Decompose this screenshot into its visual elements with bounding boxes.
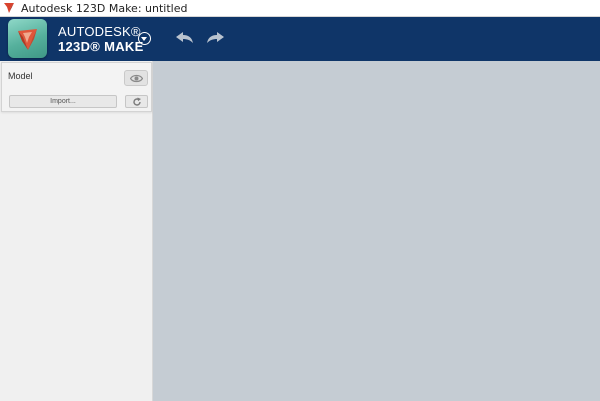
undo-arrow-icon[interactable] xyxy=(174,29,196,45)
window-title: Autodesk 123D Make: untitled xyxy=(21,1,188,15)
model-label: Model xyxy=(8,71,33,81)
app-header: AUTODESK® 123D® MAKE xyxy=(0,17,600,61)
model-panel: Model Import... xyxy=(1,62,152,112)
brand-wordmark: AUTODESK® 123D® MAKE xyxy=(58,25,144,53)
left-sidebar: Model Import... xyxy=(0,61,153,401)
refresh-button[interactable] xyxy=(125,95,148,108)
redo-arrow-icon[interactable] xyxy=(204,29,226,45)
workspace-canvas[interactable] xyxy=(153,61,600,401)
window-titlebar: Autodesk 123D Make: untitled xyxy=(0,0,600,17)
brand-autodesk: AUTODESK® xyxy=(58,24,141,39)
123d-make-logo-icon[interactable] xyxy=(8,19,47,58)
eye-icon xyxy=(130,74,143,83)
autodesk-app-icon xyxy=(4,3,14,13)
refresh-icon xyxy=(133,97,141,106)
chevron-down-circle-icon[interactable] xyxy=(138,32,151,45)
brand-product: 123D® MAKE xyxy=(58,39,144,54)
import-button[interactable]: Import... xyxy=(9,95,117,108)
visibility-toggle-button[interactable] xyxy=(124,70,148,86)
